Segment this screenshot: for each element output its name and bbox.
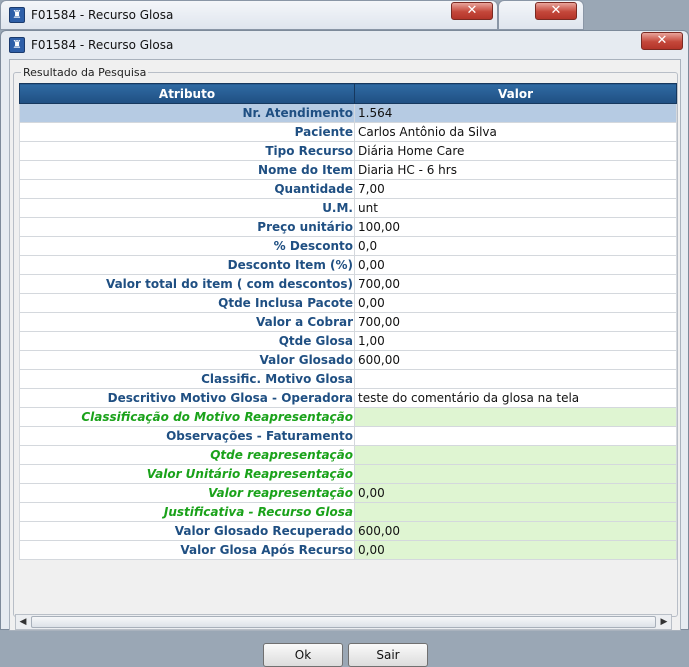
table-row[interactable]: Valor Glosa Após Recurso 0,00 (19, 540, 677, 560)
row-attribute: Qtde Inclusa Pacote (19, 293, 355, 313)
row-attribute: Qtde reapresentação (19, 445, 355, 465)
close-icon[interactable]: ✕ (641, 32, 683, 50)
table-row[interactable]: Justificativa - Recurso Glosa (19, 502, 677, 522)
row-value[interactable]: 600,00 (354, 350, 677, 370)
table-row[interactable]: Classific. Motivo Glosa (19, 369, 677, 389)
table-row[interactable]: Qtde Glosa 1,00 (19, 331, 677, 351)
row-attribute: Valor total do item ( com descontos) (19, 274, 355, 294)
row-attribute: Nome do Item (19, 160, 355, 180)
main-window: ♜ F01584 - Recurso Glosa ✕ Resultado da … (0, 30, 689, 667)
window-title: F01584 - Recurso Glosa (31, 38, 174, 52)
table-row[interactable]: Observações - Faturamento (19, 426, 677, 446)
app-icon: ♜ (9, 7, 25, 23)
table-row[interactable]: U.M. unt (19, 198, 677, 218)
scroll-thumb[interactable] (31, 616, 656, 628)
table-row[interactable]: Valor Glosado Recuperado 600,00 (19, 521, 677, 541)
row-value[interactable]: Diaria HC - 6 hrs (354, 160, 677, 180)
row-attribute: Preço unitário (19, 217, 355, 237)
background-window-title: F01584 - Recurso Glosa (31, 8, 174, 22)
table-row[interactable]: Preço unitário 100,00 (19, 217, 677, 237)
search-results-group: Resultado da Pesquisa Atributo Valor Nr.… (13, 66, 678, 617)
table-row[interactable]: Qtde Inclusa Pacote 0,00 (19, 293, 677, 313)
row-attribute: Classific. Motivo Glosa (19, 369, 355, 389)
horizontal-scrollbar[interactable]: ◀ ▶ (15, 614, 672, 630)
row-attribute: U.M. (19, 198, 355, 218)
row-value[interactable]: 7,00 (354, 179, 677, 199)
row-attribute: Valor Glosado Recuperado (19, 521, 355, 541)
table-row[interactable]: Classificação do Motivo Reapresentação (19, 407, 677, 427)
row-value[interactable]: 600,00 (354, 521, 677, 541)
row-value[interactable]: Carlos Antônio da Silva (354, 122, 677, 142)
table-row[interactable]: Paciente Carlos Antônio da Silva (19, 122, 677, 142)
row-value[interactable]: 0,00 (354, 255, 677, 275)
table-row[interactable]: Nr. Atendimento 1.564 (19, 103, 677, 123)
row-attribute: Desconto Item (%) (19, 255, 355, 275)
table-row[interactable]: Desconto Item (%) 0,00 (19, 255, 677, 275)
scroll-right-arrow-icon[interactable]: ▶ (657, 615, 671, 629)
row-value[interactable]: 0,00 (354, 293, 677, 313)
row-attribute: Valor Glosa Após Recurso (19, 540, 355, 560)
table-row[interactable]: Valor Glosado 600,00 (19, 350, 677, 370)
table-row[interactable]: Valor Unitário Reapresentação (19, 464, 677, 484)
app-icon: ♜ (9, 37, 25, 53)
row-attribute: Nr. Atendimento (19, 103, 355, 123)
scroll-left-arrow-icon[interactable]: ◀ (16, 615, 30, 629)
row-attribute: Descritivo Motivo Glosa - Operadora (19, 388, 355, 408)
table-row[interactable]: Tipo Recurso Diária Home Care (19, 141, 677, 161)
table-row[interactable]: Qtde reapresentação (19, 445, 677, 465)
background-window-2[interactable]: ✕ (498, 0, 584, 30)
row-value[interactable] (354, 464, 677, 484)
row-value[interactable]: 0,00 (354, 540, 677, 560)
row-attribute: % Desconto (19, 236, 355, 256)
row-value[interactable] (354, 407, 677, 427)
row-attribute: Classificação do Motivo Reapresentação (19, 407, 355, 427)
exit-button[interactable]: Sair (348, 643, 428, 667)
row-value[interactable]: 1.564 (354, 103, 677, 123)
row-value[interactable] (354, 445, 677, 465)
row-attribute: Valor a Cobrar (19, 312, 355, 332)
row-attribute: Valor reapresentação (19, 483, 355, 503)
group-legend: Resultado da Pesquisa (21, 66, 149, 79)
row-attribute: Paciente (19, 122, 355, 142)
column-header-attribute[interactable]: Atributo (19, 83, 355, 104)
close-icon[interactable]: ✕ (451, 2, 493, 20)
table-row[interactable]: Descritivo Motivo Glosa - Operadora teste… (19, 388, 677, 408)
row-value[interactable] (354, 502, 677, 522)
row-value[interactable]: Diária Home Care (354, 141, 677, 161)
client-area: Resultado da Pesquisa Atributo Valor Nr.… (9, 59, 681, 667)
row-value[interactable]: unt (354, 198, 677, 218)
ok-button[interactable]: Ok (263, 643, 343, 667)
row-attribute: Valor Unitário Reapresentação (19, 464, 355, 484)
row-value[interactable]: 700,00 (354, 274, 677, 294)
row-value[interactable]: 1,00 (354, 331, 677, 351)
row-value[interactable] (354, 369, 677, 389)
row-value[interactable]: 700,00 (354, 312, 677, 332)
row-attribute: Observações - Faturamento (19, 426, 355, 446)
table-row[interactable]: Nome do Item Diaria HC - 6 hrs (19, 160, 677, 180)
close-icon[interactable]: ✕ (535, 2, 577, 20)
background-window-1[interactable]: ♜ F01584 - Recurso Glosa ✕ (0, 0, 498, 30)
table-row[interactable]: Valor a Cobrar 700,00 (19, 312, 677, 332)
row-attribute: Justificativa - Recurso Glosa (19, 502, 355, 522)
table-row[interactable]: Valor reapresentação 0,00 (19, 483, 677, 503)
row-value[interactable]: teste do comentário da glosa na tela (354, 388, 677, 408)
table-row[interactable]: % Desconto 0,0 (19, 236, 677, 256)
attribute-grid[interactable]: Atributo Valor Nr. Atendimento 1.564 Paci… (19, 83, 677, 560)
row-value[interactable]: 0,00 (354, 483, 677, 503)
row-value[interactable]: 0,0 (354, 236, 677, 256)
table-row[interactable]: Quantidade 7,00 (19, 179, 677, 199)
row-attribute: Tipo Recurso (19, 141, 355, 161)
table-row[interactable]: Valor total do item ( com descontos) 700,… (19, 274, 677, 294)
row-attribute: Valor Glosado (19, 350, 355, 370)
column-header-value[interactable]: Valor (354, 83, 677, 104)
row-value[interactable]: 100,00 (354, 217, 677, 237)
title-bar[interactable]: ♜ F01584 - Recurso Glosa ✕ (1, 31, 688, 59)
row-attribute: Qtde Glosa (19, 331, 355, 351)
row-value[interactable] (354, 426, 677, 446)
row-attribute: Quantidade (19, 179, 355, 199)
grid-header: Atributo Valor (19, 83, 677, 104)
